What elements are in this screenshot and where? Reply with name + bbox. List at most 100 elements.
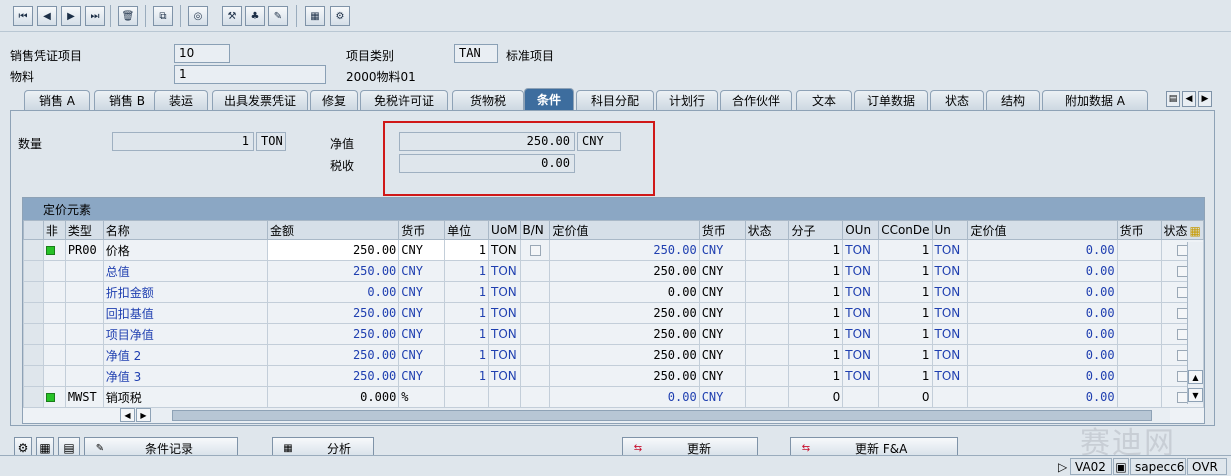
table-row[interactable]: 回扣基值 250.00 CNY 1 TON 250.00 CNY 1 TON 1 TON 0.00: [23, 302, 1204, 324]
horizontal-scrollbar[interactable]: ◀ ▶: [120, 408, 1170, 423]
tab-2[interactable]: 装运: [154, 90, 208, 110]
scroll-right-icon[interactable]: ▶: [136, 408, 151, 422]
numerator-cell: 0: [788, 386, 844, 408]
amount-cell: 250.00: [266, 260, 400, 282]
tab-4[interactable]: 修复: [310, 90, 358, 110]
table-row[interactable]: 折扣金额 0.00 CNY 1 TON 0.00 CNY 1 TON 1 TON 0.00: [23, 281, 1204, 303]
tab-list-icon[interactable]: ▤: [1166, 91, 1180, 107]
row-selector[interactable]: [23, 239, 44, 261]
condition-value2-cell: 0.00: [967, 365, 1118, 387]
tab-12[interactable]: 订单数据: [854, 90, 928, 110]
condition-value2-cell: 0.00: [967, 302, 1118, 324]
material-icon[interactable]: ⚒: [222, 6, 242, 26]
partner-icon[interactable]: ♣: [245, 6, 265, 26]
material-field[interactable]: 1: [174, 65, 326, 84]
row-selector[interactable]: [23, 302, 44, 324]
column-header[interactable]: Un: [931, 220, 969, 240]
tab-7[interactable]: 条件: [524, 88, 574, 110]
ccon-cell: 1: [878, 239, 933, 261]
table-row[interactable]: 总值 250.00 CNY 1 TON 250.00 CNY 1 TON 1 TON 0.00: [23, 260, 1204, 282]
column-header[interactable]: OUn: [842, 220, 880, 240]
tab-next-icon[interactable]: ▶: [1198, 91, 1212, 107]
copy-icon[interactable]: ⧉: [153, 6, 173, 26]
row-selector[interactable]: [23, 323, 44, 345]
column-header[interactable]: 货币: [1116, 220, 1162, 240]
column-header[interactable]: 定价值: [967, 220, 1118, 240]
tab-10[interactable]: 合作伙伴: [720, 90, 792, 110]
column-header[interactable]: 单位: [444, 220, 490, 240]
row-selector[interactable]: [23, 386, 44, 408]
condition-value2-cell: 0.00: [967, 260, 1118, 282]
scroll-down-icon[interactable]: ▼: [1188, 388, 1203, 402]
tab-1[interactable]: 销售 B: [94, 90, 160, 110]
first-page-icon[interactable]: ⏮: [13, 6, 33, 26]
column-header[interactable]: 金额: [266, 220, 400, 240]
tab-8[interactable]: 科目分配: [576, 90, 654, 110]
tab-14[interactable]: 结构: [986, 90, 1040, 110]
unit-cell: 1: [444, 365, 490, 387]
row-selector[interactable]: [23, 260, 44, 282]
table-row[interactable]: 项目净值 250.00 CNY 1 TON 250.00 CNY 1 TON 1 TON 0.00: [23, 323, 1204, 345]
row-selector[interactable]: [23, 365, 44, 387]
uom-cell: TON: [488, 281, 521, 303]
tab-6[interactable]: 货物税: [452, 90, 524, 110]
scroll-up-icon[interactable]: ▲: [1188, 370, 1203, 384]
status-cell: [744, 323, 790, 345]
column-header[interactable]: 状态 ▦: [1160, 220, 1204, 240]
row-selector[interactable]: [23, 344, 44, 366]
amount-cell[interactable]: 250.00: [266, 239, 400, 261]
column-header[interactable]: 定价值: [549, 220, 700, 240]
next-page-icon[interactable]: ▶: [61, 6, 81, 26]
tab-5[interactable]: 免税许可证: [360, 90, 448, 110]
session-icon[interactable]: ▣: [1113, 458, 1129, 475]
unit-cell: [444, 386, 490, 408]
tab-9[interactable]: 计划行: [656, 90, 718, 110]
calculator-icon[interactable]: ▦: [305, 6, 325, 26]
column-header[interactable]: 类型: [64, 220, 104, 240]
prev-page-icon[interactable]: ◀: [37, 6, 57, 26]
tab-15[interactable]: 附加数据 A: [1042, 90, 1148, 110]
item-category-field[interactable]: TAN: [454, 44, 498, 63]
column-header[interactable]: B/N: [519, 220, 551, 240]
scroll-left-icon[interactable]: ◀: [120, 408, 135, 422]
tab-13[interactable]: 状态: [930, 90, 984, 110]
currency2-cell: [1116, 386, 1162, 408]
tab-3[interactable]: 出具发票凭证: [212, 90, 308, 110]
tab-0[interactable]: 销售 A: [24, 90, 90, 110]
numerator-cell: 1: [788, 344, 844, 366]
tab-11[interactable]: 文本: [796, 90, 852, 110]
column-header[interactable]: UoM: [488, 220, 521, 240]
column-header[interactable]: 货币: [398, 220, 446, 240]
display-icon[interactable]: ◎: [188, 6, 208, 26]
sales-doc-item-field[interactable]: 10: [174, 44, 230, 63]
condition-record-icon: ✎: [95, 442, 105, 454]
status-expand-icon[interactable]: ▷: [1054, 458, 1071, 475]
edit-icon[interactable]: ✎: [268, 6, 288, 26]
ccon-cell: 1: [878, 365, 933, 387]
scroll-thumb[interactable]: [172, 410, 1152, 421]
unit-cell[interactable]: 1: [444, 239, 490, 261]
column-header[interactable]: 状态: [744, 220, 790, 240]
tab-prev-icon[interactable]: ◀: [1182, 91, 1196, 107]
checkbox[interactable]: [529, 245, 541, 256]
table-row[interactable]: MWST 销项税 0.000% 0.00 CNY 0 0 0.00: [23, 386, 1204, 408]
currency-cell[interactable]: CNY: [398, 239, 446, 261]
column-header[interactable]: CConDe: [878, 220, 933, 240]
column-config-icon[interactable]: ▦: [1190, 224, 1201, 238]
table-row[interactable]: PR00 价格 250.00 CNY 1 TON 250.00 CNY 1 TON 1 TON 0.00: [23, 239, 1204, 261]
oun-cell: TON: [842, 323, 880, 345]
ccon-cell: 1: [878, 323, 933, 345]
config-icon[interactable]: ⚙: [330, 6, 350, 26]
table-row[interactable]: 净值 2 250.00 CNY 1 TON 250.00 CNY 1 TON 1 TON 0.00: [23, 344, 1204, 366]
column-header[interactable]: 非: [42, 220, 66, 240]
column-header[interactable]: 分子: [788, 220, 844, 240]
column-header[interactable]: 名称: [102, 220, 268, 240]
delete-icon[interactable]: 🗑: [118, 6, 138, 26]
row-selector[interactable]: [23, 281, 44, 303]
row-selector-header[interactable]: [23, 220, 44, 240]
last-page-icon[interactable]: ⏭: [85, 6, 105, 26]
uom-cell: TON: [488, 260, 521, 282]
table-row[interactable]: 净值 3 250.00 CNY 1 TON 250.00 CNY 1 TON 1 TON 0.00: [23, 365, 1204, 387]
vertical-scrollbar[interactable]: ▲ ▼: [1187, 242, 1203, 404]
column-header[interactable]: 货币: [698, 220, 746, 240]
